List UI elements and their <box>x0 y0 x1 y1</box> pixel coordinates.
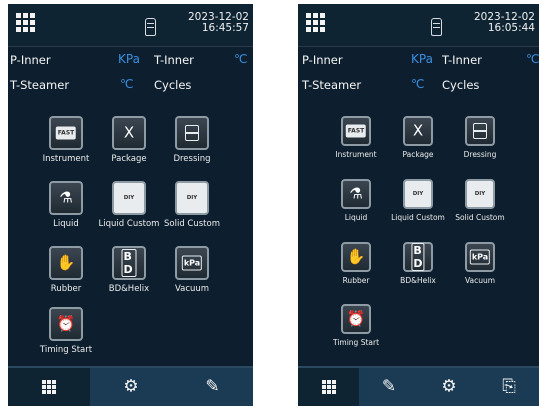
bottom-tabbar: ⚙ ✎ <box>8 366 253 406</box>
cycles-label: Cycles <box>154 78 192 92</box>
program-tile-rubber[interactable]: ✋ Rubber <box>34 246 98 294</box>
program-tile-package[interactable]: Ⅹ Package <box>386 116 450 159</box>
program-tile-liquid[interactable]: ⚗ Liquid <box>34 181 98 229</box>
alarm-clock-icon: ⏰ <box>49 307 83 341</box>
tab-menu[interactable] <box>298 368 360 406</box>
program-tile-solid-custom[interactable]: DIY Solid Custom <box>160 181 224 229</box>
status-bar: 2023-12-02 16:45:57 <box>8 4 253 47</box>
cube-diy-icon: DIY <box>465 179 495 209</box>
datetime: 2023-12-02 16:45:57 <box>188 12 249 34</box>
edit-log-icon: ✎ <box>381 376 397 397</box>
program-tile-liquid-custom[interactable]: DIY Liquid Custom <box>386 179 450 222</box>
status-bar: 2023-12-02 16:05:44 <box>298 4 539 47</box>
cube-diy-icon: DIY <box>175 181 209 215</box>
device-screen-left: 2023-12-02 16:45:57 P-Inner KPa T-Inner … <box>8 4 253 406</box>
grid-menu-icon <box>321 380 336 394</box>
dressing-icon <box>465 116 495 146</box>
storage-icon <box>145 18 156 36</box>
vacuum-icon: kPa <box>175 246 209 280</box>
exit-door-icon: ⎘ <box>502 376 516 397</box>
program-tile-instrument[interactable]: FAST Instrument <box>34 116 98 164</box>
fast-icon: FAST <box>341 116 371 146</box>
time-text: 16:45:57 <box>201 22 249 34</box>
t-steamer-unit: ℃ <box>411 77 425 91</box>
alarm-clock-icon: ⏰ <box>341 304 371 334</box>
program-tile-bd-helix[interactable]: B D BD&Helix <box>97 246 161 294</box>
program-tile-solid-custom[interactable]: DIY Solid Custom <box>448 179 512 222</box>
cycles-label: Cycles <box>442 78 480 92</box>
tab-edit-log[interactable]: ✎ <box>172 368 253 406</box>
bd-icon: B D <box>403 242 433 272</box>
program-tile-dressing[interactable]: Dressing <box>448 116 512 159</box>
program-tile-liquid[interactable]: ⚗ Liquid <box>324 179 388 222</box>
grid-menu-icon[interactable] <box>16 13 36 33</box>
program-tile-rubber[interactable]: ✋ Rubber <box>324 242 388 285</box>
grid-menu-icon[interactable] <box>306 13 326 33</box>
settings-gear-icon: ⚙ <box>123 376 139 397</box>
device-screen-right: 2023-12-02 16:05:44 P-Inner KPa T-Inner … <box>298 4 539 406</box>
flask-diy-icon: DIY <box>403 179 433 209</box>
time-text: 16:05:44 <box>487 22 535 34</box>
t-inner-label: T-Inner <box>442 53 482 67</box>
readings-panel: P-Inner KPa T-Inner ℃ T-Steamer ℃ Cycles <box>8 48 253 100</box>
fast-icon: FAST <box>49 116 83 150</box>
flask-diy-icon: DIY <box>112 181 146 215</box>
dressing-icon <box>175 116 209 150</box>
tab-settings[interactable]: ⚙ <box>419 368 480 406</box>
datetime: 2023-12-02 16:05:44 <box>474 12 535 34</box>
flask-icon: ⚗ <box>341 179 371 209</box>
p-inner-label: P-Inner <box>10 53 51 67</box>
scissors-icon: Ⅹ <box>112 116 146 150</box>
p-inner-label: P-Inner <box>302 53 343 67</box>
bd-icon: B D <box>112 246 146 280</box>
p-inner-unit: KPa <box>411 52 433 66</box>
edit-log-icon: ✎ <box>205 376 220 397</box>
t-steamer-label: T-Steamer <box>10 78 70 92</box>
program-tile-timing-start[interactable]: ⏰ Timing Start <box>324 304 388 347</box>
p-inner-unit: KPa <box>118 52 140 66</box>
t-inner-unit: ℃ <box>234 52 248 66</box>
scissors-icon: Ⅹ <box>403 116 433 146</box>
program-tile-instrument[interactable]: FAST Instrument <box>324 116 388 159</box>
bottom-tabbar: ✎ ⚙ ⎘ <box>298 366 539 406</box>
program-tile-bd-helix[interactable]: B D BD&Helix <box>386 242 450 285</box>
program-tile-vacuum[interactable]: kPa Vacuum <box>448 242 512 285</box>
tab-settings[interactable]: ⚙ <box>90 368 173 406</box>
settings-gear-icon: ⚙ <box>441 376 457 397</box>
program-tile-timing-start[interactable]: ⏰ Timing Start <box>34 307 98 355</box>
tab-menu[interactable] <box>8 368 91 406</box>
glove-icon: ✋ <box>341 242 371 272</box>
vacuum-icon: kPa <box>465 242 495 272</box>
readings-panel: P-Inner KPa T-Inner ℃ T-Steamer ℃ Cycles <box>298 48 539 100</box>
t-steamer-unit: ℃ <box>120 77 134 91</box>
program-tile-vacuum[interactable]: kPa Vacuum <box>160 246 224 294</box>
t-steamer-label: T-Steamer <box>302 78 362 92</box>
t-inner-label: T-Inner <box>154 53 194 67</box>
grid-menu-icon <box>42 380 56 394</box>
glove-icon: ✋ <box>49 246 83 280</box>
tab-edit-log[interactable]: ✎ <box>359 368 420 406</box>
program-tile-package[interactable]: Ⅹ Package <box>97 116 161 164</box>
program-tile-liquid-custom[interactable]: DIY Liquid Custom <box>97 181 161 229</box>
storage-icon <box>431 18 442 36</box>
t-inner-unit: ℃ <box>526 52 539 66</box>
flask-icon: ⚗ <box>49 181 83 215</box>
tab-exit[interactable]: ⎘ <box>479 368 539 406</box>
program-tile-dressing[interactable]: Dressing <box>160 116 224 164</box>
